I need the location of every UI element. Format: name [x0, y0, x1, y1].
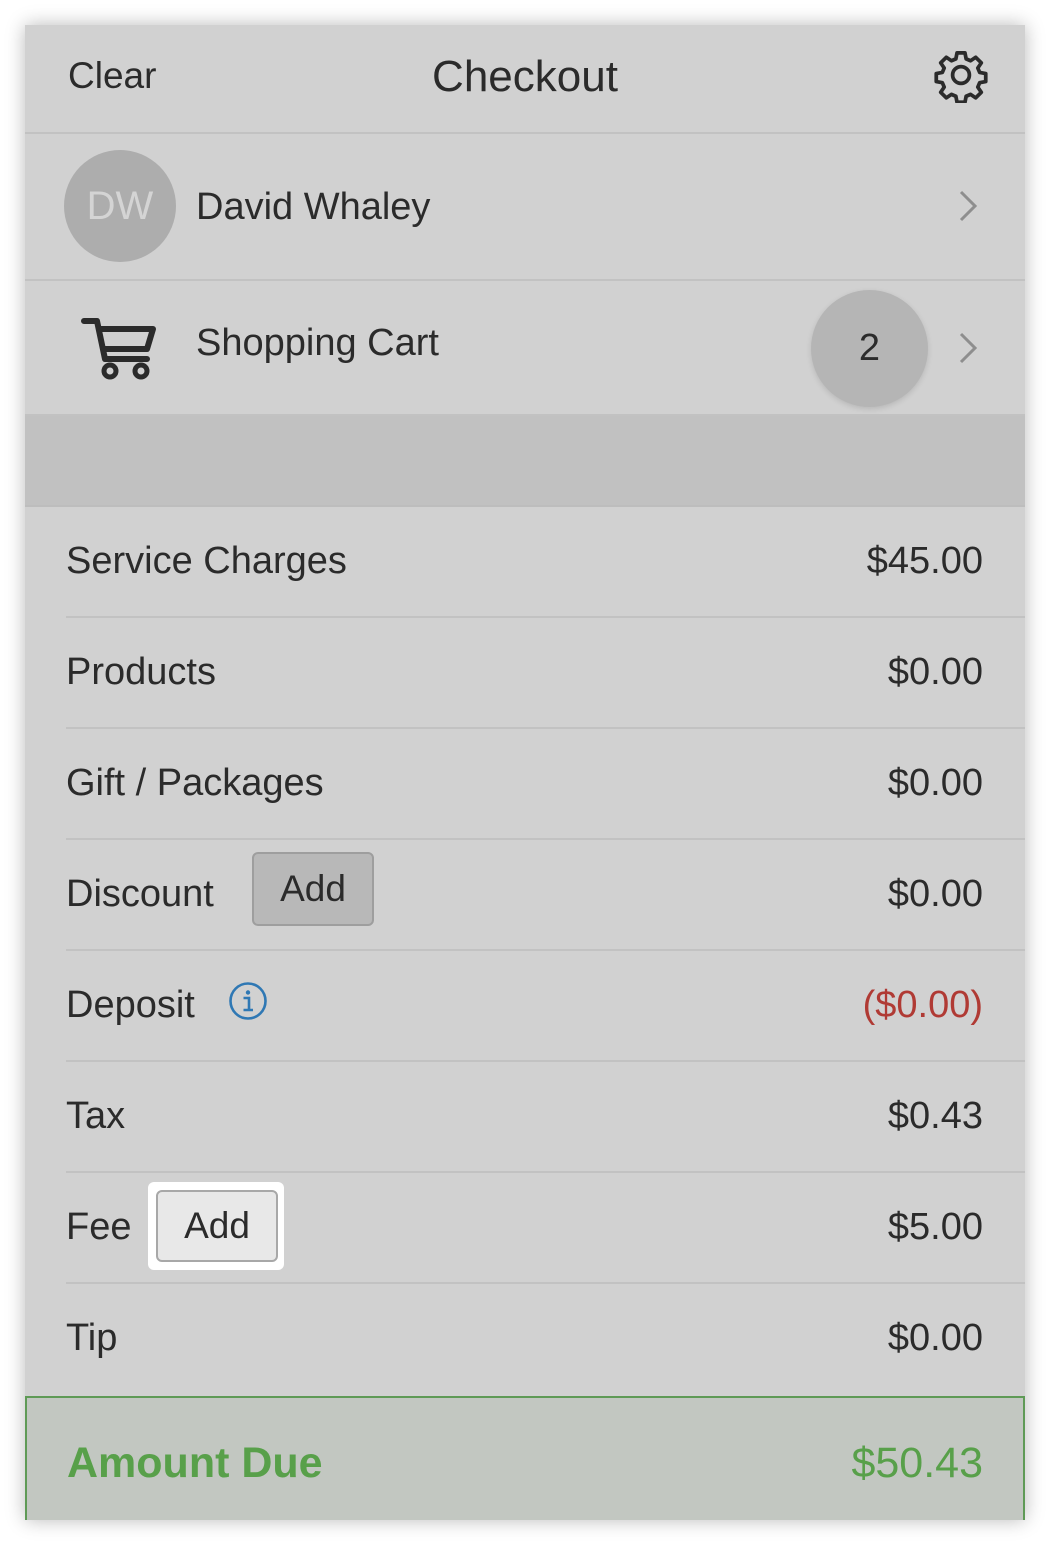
service-charges-row: Service Charges $45.00	[66, 507, 1025, 618]
chevron-right-icon	[959, 190, 978, 222]
tax-label: Tax	[66, 1095, 126, 1137]
customer-name: David Whaley	[196, 186, 431, 228]
amount-due-label: Amount Due	[67, 1439, 323, 1487]
discount-amount: $0.00	[887, 873, 983, 915]
gift-packages-label: Gift / Packages	[66, 762, 324, 804]
chevron-right-icon	[959, 332, 978, 364]
charges-summary: Service Charges $45.00 Products $0.00 Gi…	[25, 507, 1025, 1393]
add-discount-button[interactable]: Add	[252, 852, 374, 926]
products-label: Products	[66, 651, 216, 693]
checkout-panel: Clear Checkout DW David Whaley Shopping …	[25, 25, 1025, 1520]
tip-amount: $0.00	[887, 1317, 983, 1359]
add-fee-highlight: Add	[148, 1182, 284, 1270]
deposit-row: Deposit ($0.00)	[66, 951, 1025, 1062]
amount-due-row: Amount Due $50.43	[25, 1396, 1025, 1520]
fee-amount: $5.00	[887, 1206, 983, 1248]
deposit-label: Deposit	[66, 984, 195, 1026]
tip-label: Tip	[66, 1317, 118, 1359]
customer-row[interactable]: DW David Whaley	[25, 132, 1025, 281]
avatar: DW	[64, 150, 176, 262]
deposit-amount: ($0.00)	[862, 984, 983, 1026]
page-title: Checkout	[432, 52, 618, 101]
tip-row: Tip $0.00	[66, 1284, 1025, 1393]
gift-packages-row: Gift / Packages $0.00	[66, 729, 1025, 840]
amount-due-value: $50.43	[851, 1439, 983, 1487]
tax-row: Tax $0.43	[66, 1062, 1025, 1173]
shopping-cart-label: Shopping Cart	[196, 322, 439, 364]
fee-label: Fee	[66, 1206, 132, 1248]
gift-packages-amount: $0.00	[887, 762, 983, 804]
products-amount: $0.00	[887, 651, 983, 693]
shopping-cart-row[interactable]: Shopping Cart 2	[25, 281, 1025, 416]
shopping-cart-icon	[81, 318, 156, 380]
service-charges-amount: $45.00	[866, 540, 983, 582]
tax-amount: $0.43	[887, 1095, 983, 1137]
add-fee-button[interactable]: Add	[156, 1190, 278, 1262]
checkout-header: Clear Checkout	[25, 25, 1025, 134]
discount-row: Discount Add $0.00	[66, 840, 1025, 951]
info-icon[interactable]	[228, 981, 268, 1021]
fee-row: Fee Add $5.00	[66, 1173, 1025, 1284]
service-charges-label: Service Charges	[66, 540, 347, 582]
cart-count-badge: 2	[811, 290, 928, 407]
products-row: Products $0.00	[66, 618, 1025, 729]
section-spacer	[25, 416, 1025, 507]
discount-label: Discount	[66, 873, 214, 915]
gear-icon[interactable]	[933, 47, 989, 103]
